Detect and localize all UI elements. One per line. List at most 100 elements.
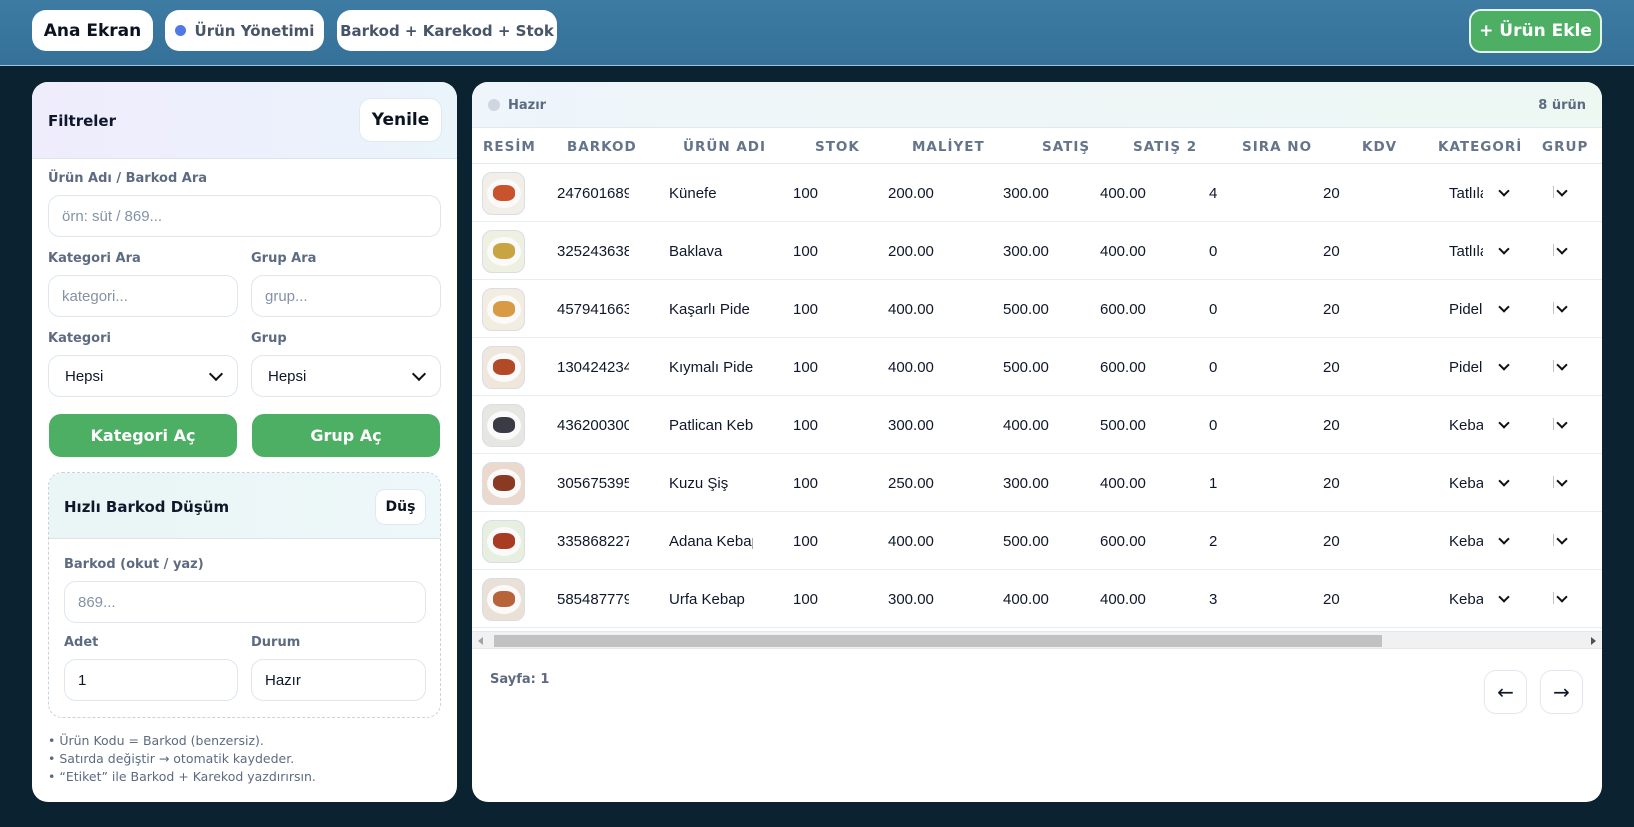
vat-cell[interactable]: 20 bbox=[1323, 185, 1363, 202]
category-cell-select[interactable]: Tatlılar bbox=[1449, 222, 1510, 280]
stock-cell[interactable]: 100 bbox=[793, 243, 853, 260]
price2-cell[interactable]: 600.00 bbox=[1100, 301, 1170, 318]
table-row[interactable]: 457941663 Kaşarlı Pide 100 400.00 500.00 600.… bbox=[472, 280, 1602, 338]
vat-cell[interactable]: 20 bbox=[1323, 591, 1363, 608]
price-cell[interactable]: 300.00 bbox=[1003, 185, 1073, 202]
status-field[interactable] bbox=[251, 659, 426, 701]
vat-cell[interactable]: 20 bbox=[1323, 301, 1363, 318]
price-cell[interactable]: 400.00 bbox=[1003, 591, 1073, 608]
table-row[interactable]: 130424234 Kıymalı Pide 100 400.00 500.00 600.… bbox=[472, 338, 1602, 396]
product-name-cell[interactable]: Kuzu Şiş bbox=[669, 475, 753, 492]
table-row[interactable]: 335868227 Adana Kebap 100 400.00 500.00 600.0… bbox=[472, 512, 1602, 570]
order-cell[interactable]: 0 bbox=[1209, 359, 1249, 376]
search-input[interactable] bbox=[48, 195, 441, 237]
barcode-cell[interactable]: 436200300 bbox=[557, 417, 629, 434]
scrollbar-thumb[interactable] bbox=[494, 635, 1382, 647]
vat-cell[interactable]: 20 bbox=[1323, 417, 1363, 434]
product-image-icon[interactable] bbox=[482, 346, 525, 389]
product-image-icon[interactable] bbox=[482, 578, 525, 621]
category-cell-select[interactable]: Kebaplar bbox=[1449, 570, 1510, 628]
category-select[interactable]: Hepsi bbox=[48, 355, 238, 397]
open-group-button[interactable]: Grup Aç bbox=[252, 414, 440, 457]
nav-products-button[interactable]: Ürün Yönetimi bbox=[165, 10, 324, 51]
barcode-cell[interactable]: 325243638 bbox=[557, 243, 629, 260]
group-cell-select[interactable] bbox=[1548, 222, 1568, 280]
price-cell[interactable]: 300.00 bbox=[1003, 475, 1073, 492]
group-search-input[interactable] bbox=[251, 275, 441, 317]
product-image-icon[interactable] bbox=[482, 520, 525, 563]
horizontal-scrollbar[interactable] bbox=[472, 631, 1602, 649]
order-cell[interactable]: 0 bbox=[1209, 301, 1249, 318]
nav-home-button[interactable]: Ana Ekran bbox=[32, 10, 153, 51]
table-row[interactable]: 436200300 Patlican Kebap 100 300.00 400.00 50… bbox=[472, 396, 1602, 454]
product-image-icon[interactable] bbox=[482, 462, 525, 505]
product-name-cell[interactable]: Urfa Kebap bbox=[669, 591, 753, 608]
product-image-icon[interactable] bbox=[482, 288, 525, 331]
cost-cell[interactable]: 200.00 bbox=[888, 185, 958, 202]
category-cell-select[interactable]: Pideler bbox=[1449, 280, 1510, 338]
price2-cell[interactable]: 400.00 bbox=[1100, 591, 1170, 608]
open-category-button[interactable]: Kategori Aç bbox=[49, 414, 237, 457]
price2-cell[interactable]: 400.00 bbox=[1100, 475, 1170, 492]
barcode-cell[interactable]: 335868227 bbox=[557, 533, 629, 550]
group-cell-select[interactable] bbox=[1548, 396, 1568, 454]
group-cell-select[interactable] bbox=[1548, 570, 1568, 628]
price-cell[interactable]: 500.00 bbox=[1003, 301, 1073, 318]
stock-cell[interactable]: 100 bbox=[793, 533, 853, 550]
barcode-cell[interactable]: 130424234 bbox=[557, 359, 629, 376]
group-cell-select[interactable] bbox=[1548, 512, 1568, 570]
category-cell-select[interactable]: Pideler bbox=[1449, 338, 1510, 396]
price2-cell[interactable]: 400.00 bbox=[1100, 185, 1170, 202]
table-row[interactable]: 325243638 Baklava 100 200.00 300.00 400.00 0 20… bbox=[472, 222, 1602, 280]
price2-cell[interactable]: 600.00 bbox=[1100, 359, 1170, 376]
prev-page-button[interactable]: ← bbox=[1484, 670, 1527, 714]
order-cell[interactable]: 2 bbox=[1209, 533, 1249, 550]
category-cell-select[interactable]: Kebaplar bbox=[1449, 454, 1510, 512]
cost-cell[interactable]: 250.00 bbox=[888, 475, 958, 492]
drop-button[interactable]: Düş bbox=[375, 489, 426, 525]
price-cell[interactable]: 400.00 bbox=[1003, 417, 1073, 434]
product-image-icon[interactable] bbox=[482, 404, 525, 447]
category-cell-select[interactable]: Kebaplar bbox=[1449, 512, 1510, 570]
price2-cell[interactable]: 500.00 bbox=[1100, 417, 1170, 434]
group-cell-select[interactable] bbox=[1548, 454, 1568, 512]
product-name-cell[interactable]: Patlican Kebap bbox=[669, 417, 753, 434]
refresh-button[interactable]: Yenile bbox=[359, 98, 442, 142]
category-search-input[interactable] bbox=[48, 275, 238, 317]
cost-cell[interactable]: 400.00 bbox=[888, 359, 958, 376]
price-cell[interactable]: 500.00 bbox=[1003, 533, 1073, 550]
barcode-cell[interactable]: 247601689 bbox=[557, 185, 629, 202]
table-row[interactable]: 305675395 Kuzu Şiş 100 250.00 300.00 400.00 1 2… bbox=[472, 454, 1602, 512]
product-name-cell[interactable]: Baklava bbox=[669, 243, 753, 260]
nav-barcode-button[interactable]: Barkod + Karekod + Stok bbox=[337, 10, 557, 51]
barcode-cell[interactable]: 457941663 bbox=[557, 301, 629, 318]
scroll-right-icon[interactable] bbox=[1591, 637, 1596, 645]
order-cell[interactable]: 4 bbox=[1209, 185, 1249, 202]
table-row[interactable]: 585487779 Urfa Kebap 100 300.00 400.00 400.00… bbox=[472, 570, 1602, 628]
price2-cell[interactable]: 600.00 bbox=[1100, 533, 1170, 550]
price2-cell[interactable]: 400.00 bbox=[1100, 243, 1170, 260]
price-cell[interactable]: 500.00 bbox=[1003, 359, 1073, 376]
stock-cell[interactable]: 100 bbox=[793, 475, 853, 492]
table-row[interactable]: 247601689 Künefe 100 200.00 300.00 400.00 4 20 T… bbox=[472, 164, 1602, 222]
order-cell[interactable]: 3 bbox=[1209, 591, 1249, 608]
group-select[interactable]: Hepsi bbox=[251, 355, 441, 397]
stock-cell[interactable]: 100 bbox=[793, 591, 853, 608]
barcode-cell[interactable]: 305675395 bbox=[557, 475, 629, 492]
group-cell-select[interactable] bbox=[1548, 164, 1568, 222]
vat-cell[interactable]: 20 bbox=[1323, 243, 1363, 260]
stock-cell[interactable]: 100 bbox=[793, 301, 853, 318]
category-cell-select[interactable]: Tatlılar bbox=[1449, 164, 1510, 222]
product-name-cell[interactable]: Künefe bbox=[669, 185, 753, 202]
cost-cell[interactable]: 400.00 bbox=[888, 301, 958, 318]
group-cell-select[interactable] bbox=[1548, 280, 1568, 338]
product-name-cell[interactable]: Kaşarlı Pide bbox=[669, 301, 753, 318]
order-cell[interactable]: 0 bbox=[1209, 417, 1249, 434]
barcode-input[interactable] bbox=[64, 581, 426, 623]
product-image-icon[interactable] bbox=[482, 172, 525, 215]
product-name-cell[interactable]: Kıymalı Pide bbox=[669, 359, 753, 376]
cost-cell[interactable]: 300.00 bbox=[888, 417, 958, 434]
product-image-icon[interactable] bbox=[482, 230, 525, 273]
qty-input[interactable] bbox=[64, 659, 238, 701]
barcode-cell[interactable]: 585487779 bbox=[557, 591, 629, 608]
